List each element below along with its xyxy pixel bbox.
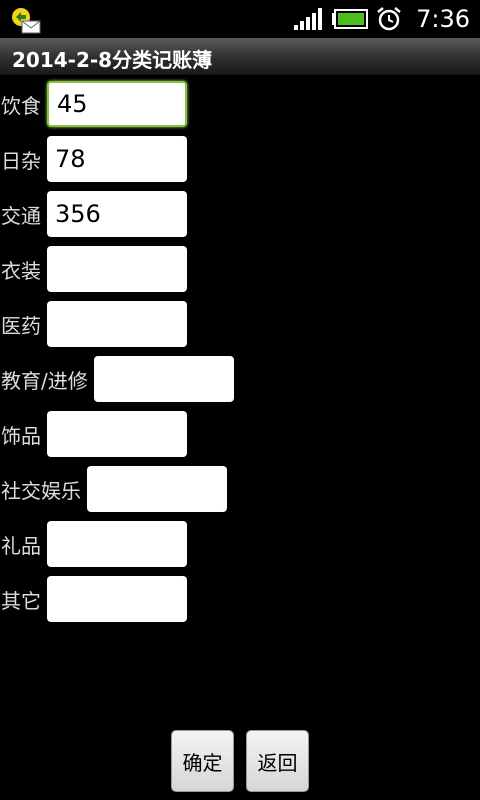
status-icons: 7:36: [294, 0, 470, 38]
category-input-medicine[interactable]: [47, 301, 187, 347]
category-label: 饰品: [1, 423, 41, 448]
category-label: 医药: [1, 313, 41, 338]
signal-icon: [294, 8, 323, 30]
category-row-education: 教育/进修: [0, 356, 234, 402]
category-row-accessories: 饰品: [0, 411, 187, 457]
page-title: 2014-2-8分类记账薄: [12, 48, 213, 72]
category-label: 衣装: [1, 258, 41, 283]
category-row-social: 社交娱乐: [0, 466, 227, 512]
category-label: 社交娱乐: [1, 478, 81, 503]
category-input-groceries[interactable]: [47, 136, 187, 182]
category-input-social[interactable]: [87, 466, 227, 512]
category-row-clothing: 衣装: [0, 246, 187, 292]
back-button[interactable]: 返回: [246, 730, 309, 792]
category-row-medicine: 医药: [0, 301, 187, 347]
category-row-groceries: 日杂: [0, 136, 187, 182]
category-row-other: 其它: [0, 576, 187, 622]
category-label: 礼品: [1, 533, 41, 558]
notification-mail-icon[interactable]: [10, 6, 42, 34]
category-input-gifts[interactable]: [47, 521, 187, 567]
category-input-clothing[interactable]: [47, 246, 187, 292]
category-label: 交通: [1, 203, 41, 228]
category-input-transport[interactable]: [47, 191, 187, 237]
category-label: 日杂: [1, 148, 41, 173]
category-row-food: 饮食: [0, 81, 187, 127]
category-row-gifts: 礼品: [0, 521, 187, 567]
app-screen: 7:36 2014-2-8分类记账薄 饮食 日杂 交通 衣装 医药 教育/进修 …: [0, 0, 480, 800]
status-bar: 7:36: [0, 0, 480, 38]
category-label: 教育/进修: [1, 368, 88, 393]
category-row-transport: 交通: [0, 191, 187, 237]
category-input-food[interactable]: [47, 81, 187, 127]
category-input-education[interactable]: [93, 356, 234, 402]
confirm-button[interactable]: 确定: [171, 730, 234, 792]
category-label: 饮食: [1, 93, 41, 118]
status-clock: 7:36: [416, 5, 470, 33]
alarm-icon: [377, 7, 401, 31]
battery-icon: [332, 9, 369, 29]
category-input-accessories[interactable]: [47, 411, 187, 457]
title-bar: 2014-2-8分类记账薄: [0, 38, 480, 75]
category-label: 其它: [1, 588, 41, 613]
category-input-other[interactable]: [47, 576, 187, 622]
